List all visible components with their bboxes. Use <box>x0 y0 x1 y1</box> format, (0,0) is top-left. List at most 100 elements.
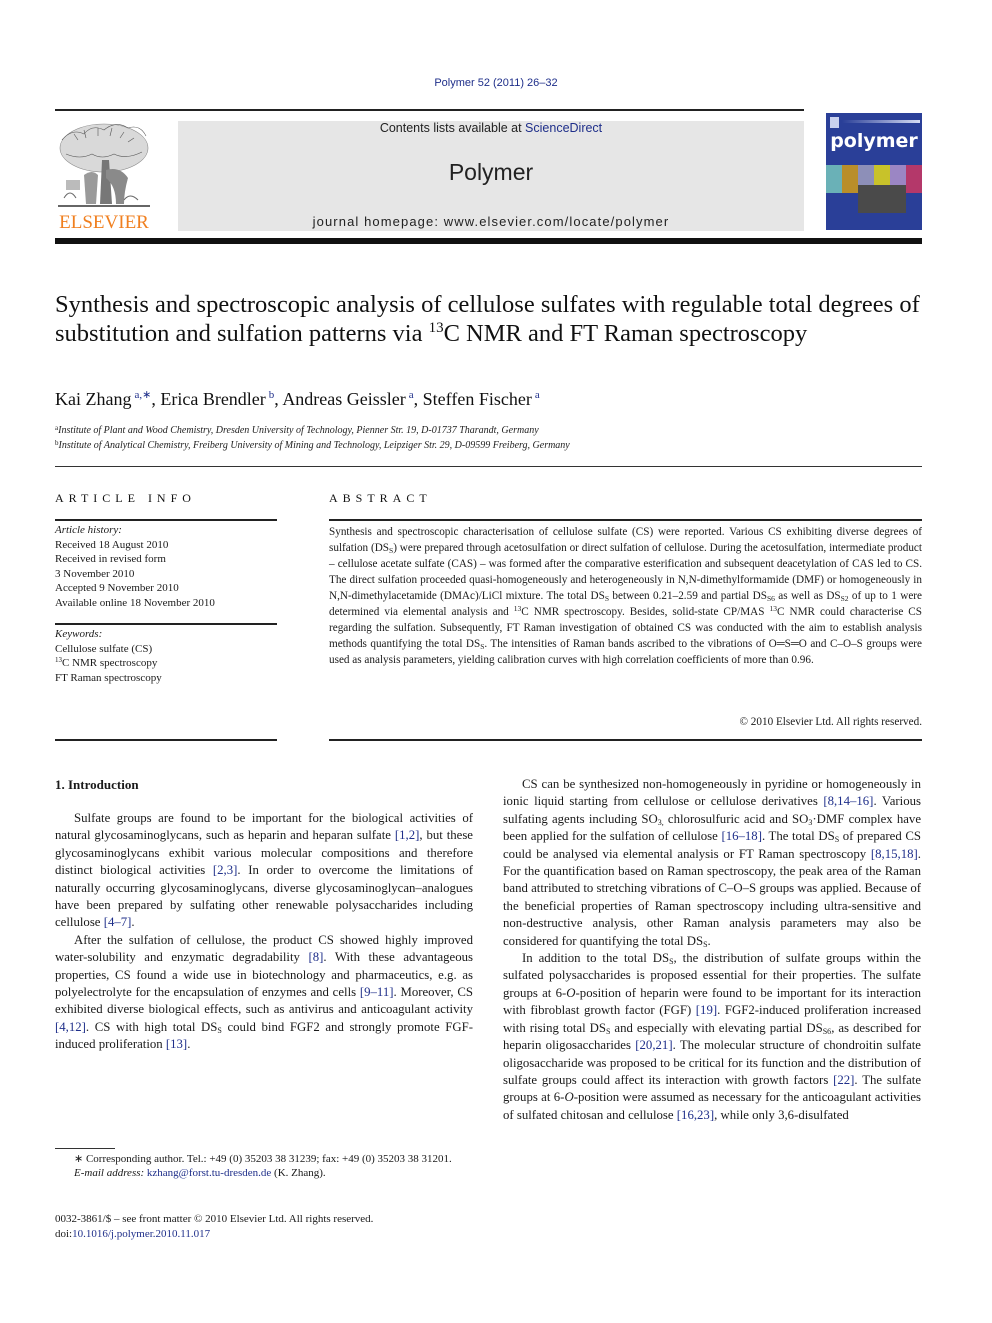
body-column-left: Sulfate groups are found to be important… <box>55 810 473 1054</box>
keyword-superscript: 13 <box>55 656 62 664</box>
cover-stripe <box>842 120 920 123</box>
tree-icon <box>58 123 150 207</box>
sciencedirect-link[interactable]: ScienceDirect <box>525 121 602 135</box>
text-run: . For the quantification based on Raman … <box>503 846 921 948</box>
header-thick-rule <box>55 238 922 244</box>
contents-prefix: Contents lists available at <box>379 121 526 135</box>
text-run: . <box>131 915 135 930</box>
divider <box>55 623 277 625</box>
header-rule <box>55 109 804 111</box>
affiliation: aInstitute of Plant and Wood Chemistry, … <box>55 424 539 436</box>
doi-link[interactable]: 10.1016/j.polymer.2010.11.017 <box>72 1228 210 1240</box>
email-line: E-mail address: kzhang@forst.tu-dresden.… <box>55 1166 473 1180</box>
citation-link[interactable]: [20,21] <box>635 1038 672 1052</box>
text-run: In addition to the total DS <box>522 951 670 966</box>
abstract-span: between 0.21–2.59 and partial DS <box>609 590 767 602</box>
divider <box>329 519 922 521</box>
citation-link[interactable]: [4–7] <box>104 915 132 929</box>
author[interactable]: Steffen Fischer a <box>423 389 540 409</box>
italic-text: O <box>566 985 576 1000</box>
cover-footer <box>826 221 922 223</box>
divider <box>55 466 922 467</box>
citation-link[interactable]: [19] <box>696 1003 717 1017</box>
citation-link[interactable]: [9–11] <box>360 985 394 999</box>
email-label: E-mail address: <box>74 1167 145 1179</box>
citation-link[interactable]: [2,3] <box>213 863 238 877</box>
journal-cover-image: polymer <box>826 113 922 230</box>
paragraph: CS can be synthesized non-homogeneously … <box>503 776 921 950</box>
article-title: Synthesis and spectroscopic analysis of … <box>55 290 935 348</box>
article-info-heading: ARTICLE INFO <box>55 491 196 505</box>
citation-link[interactable]: [1,2] <box>395 828 420 842</box>
history-item: Received in revised form <box>55 553 166 565</box>
citation-link[interactable]: [8] <box>308 950 323 964</box>
title-text: C NMR and FT Raman spectroscopy <box>443 320 808 347</box>
journal-banner: Contents lists available at ScienceDirec… <box>178 121 804 231</box>
cover-tile <box>842 165 858 193</box>
paragraph: In addition to the total DSS, the distri… <box>503 950 921 1124</box>
corresponding-text: ∗ Corresponding author. Tel.: +49 (0) 35… <box>74 1153 452 1165</box>
article-history: Article history: Received 18 August 2010… <box>55 523 215 610</box>
subscript: S6 <box>822 1026 832 1036</box>
citation-link[interactable]: [8,14–16] <box>823 794 873 808</box>
affiliation-marker[interactable]: b <box>269 389 275 401</box>
email-link[interactable]: kzhang@forst.tu-dresden.de <box>147 1167 271 1179</box>
subscript: S2 <box>840 594 849 603</box>
text-run: . CS with high total DS <box>85 1019 218 1034</box>
contents-line: Contents lists available at ScienceDirec… <box>178 121 804 135</box>
abstract-span: C NMR spectroscopy. Besides, solid-state… <box>521 606 770 618</box>
text-run: . <box>707 933 711 948</box>
journal-name: Polymer <box>448 159 534 185</box>
affiliation: bInstitute of Analytical Chemistry, Frei… <box>55 439 570 451</box>
history-item: Available online 18 November 2010 <box>55 596 215 609</box>
citation-link[interactable]: [16,23] <box>677 1108 714 1122</box>
footnote: ∗ Corresponding author. Tel.: +49 (0) 35… <box>55 1152 473 1180</box>
text-run: , while only 3,6-disulfated <box>714 1107 849 1122</box>
citation-link[interactable]: [4,12] <box>55 1020 86 1034</box>
cover-elsevier-icon <box>830 117 839 128</box>
doi-line: doi:10.1016/j.polymer.2010.11.017 <box>55 1227 373 1242</box>
author[interactable]: Andreas Geissler a <box>282 389 413 409</box>
history-label: Article history: <box>55 524 122 536</box>
keyword: 13C NMR spectroscopy <box>55 656 162 671</box>
cover-tile <box>906 165 922 193</box>
history-item: 3 November 2010 <box>55 567 135 580</box>
affiliation-marker[interactable]: a <box>535 389 540 401</box>
citation-link[interactable]: [13] <box>166 1037 187 1051</box>
paragraph: After the sulfation of cellulose, the pr… <box>55 932 473 1054</box>
keywords: Keywords: Cellulose sulfate (CS) 13C NMR… <box>55 627 162 685</box>
front-matter-text: 0032-3861/$ – see front matter © 2010 El… <box>55 1213 374 1225</box>
author-list: Kai Zhang a,∗, Erica Brendler b, Andreas G… <box>55 389 540 409</box>
email-suffix: (K. Zhang). <box>271 1167 326 1179</box>
author-name: Kai Zhang <box>55 389 132 409</box>
journal-citation[interactable]: Polymer 52 (2011) 26–32 <box>0 77 992 89</box>
history-item: Received 18 August 2010 <box>55 538 169 551</box>
citation-link[interactable]: Polymer 52 (2011) 26–32 <box>434 77 557 89</box>
title-superscript: 13 <box>428 320 444 336</box>
affiliation-marker[interactable]: a,∗ <box>134 389 151 401</box>
italic-text: O <box>564 1090 574 1105</box>
author[interactable]: Kai Zhang a,∗ <box>55 389 151 409</box>
copyright-notice: © 2010 Elsevier Ltd. All rights reserved… <box>739 716 923 728</box>
journal-homepage[interactable]: journal homepage: www.elsevier.com/locat… <box>178 214 804 229</box>
text-run: chlorosulfuric acid and SO <box>663 811 809 826</box>
doi-prefix: doi: <box>55 1227 73 1240</box>
keyword-text: FT Raman spectroscopy <box>55 671 162 684</box>
affiliation-text: Institute of Plant and Wood Chemistry, D… <box>58 425 539 436</box>
affiliation-text: Institute of Analytical Chemistry, Freib… <box>58 440 570 451</box>
keyword: FT Raman spectroscopy <box>55 671 162 686</box>
author-name: Erica Brendler <box>160 389 266 409</box>
citation-link[interactable]: [16–18] <box>721 829 762 843</box>
keywords-label: Keywords: <box>55 628 103 640</box>
author[interactable]: Erica Brendler b <box>160 389 274 409</box>
divider <box>55 519 277 521</box>
abstract-span: as well as DS <box>774 590 841 602</box>
section-heading-introduction: 1. Introduction <box>55 777 139 792</box>
cover-title: polymer <box>830 130 918 152</box>
body-column-right: CS can be synthesized non-homogeneously … <box>503 776 921 1124</box>
keyword-text: C NMR spectroscopy <box>62 657 158 669</box>
citation-link[interactable]: [8,15,18] <box>871 847 918 861</box>
citation-link[interactable]: [22] <box>833 1073 854 1087</box>
affiliation-marker[interactable]: a <box>409 389 414 401</box>
front-matter: 0032-3861/$ – see front matter © 2010 El… <box>55 1212 373 1241</box>
